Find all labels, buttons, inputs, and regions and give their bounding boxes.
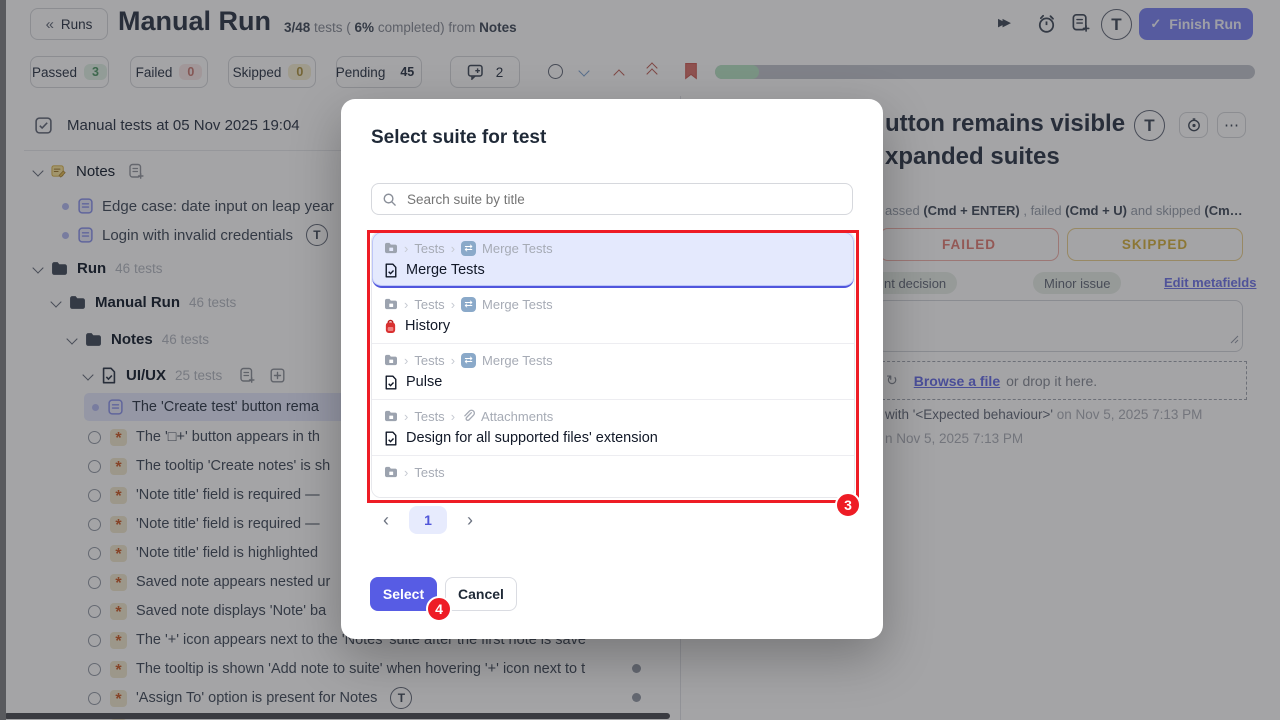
suite-option-title: Pulse: [384, 374, 842, 390]
annotation-step-badge: 4: [426, 596, 452, 622]
suite-breadcrumb: › Tests › ⇄ Merge Tests: [384, 295, 842, 313]
backpack-icon: [384, 319, 397, 334]
suite-option[interactable]: › Tests: [372, 456, 854, 497]
doc-check-icon: [384, 263, 398, 278]
pagination: ‹ 1 ›: [377, 506, 479, 534]
merge-icon: ⇄: [461, 297, 476, 312]
modal-title: Select suite for test: [371, 127, 546, 149]
suite-breadcrumb: › Tests › Attachments: [384, 407, 842, 425]
suite-breadcrumb: › Tests › ⇄ Merge Tests: [384, 239, 842, 257]
doc-check-icon: [384, 431, 398, 446]
root-folder-icon: [384, 242, 398, 254]
merge-icon: ⇄: [461, 353, 476, 368]
page-number-current[interactable]: 1: [409, 506, 447, 534]
cancel-button[interactable]: Cancel: [445, 577, 517, 611]
annotation-step-badge: 3: [835, 492, 861, 518]
suite-breadcrumb: › Tests: [384, 463, 842, 481]
suite-option-title: History: [384, 318, 842, 334]
suite-option-title: Merge Tests: [384, 262, 842, 278]
search-icon: [382, 192, 397, 207]
root-folder-icon: [384, 410, 398, 422]
suite-breadcrumb: › Tests › ⇄ Merge Tests: [384, 351, 842, 369]
suite-option[interactable]: › Tests › ⇄ Merge Tests Pulse: [372, 344, 854, 400]
suite-option[interactable]: › Tests › ⇄ Merge Tests History: [372, 288, 854, 344]
suite-option-title: Design for all supported files' extensio…: [384, 430, 842, 446]
root-folder-icon: [384, 466, 398, 478]
suite-option-selected[interactable]: › Tests › ⇄ Merge Tests Merge Tests: [372, 232, 854, 288]
app-window: « Runs Manual Run 3/48 tests ( 6% comple…: [0, 0, 1280, 720]
suite-list: › Tests › ⇄ Merge Tests Merge Tests › Te…: [371, 231, 855, 498]
select-suite-modal: Select suite for test › Tests › ⇄ Merge …: [341, 99, 883, 639]
suite-option[interactable]: › Tests › Attachments Design for all sup…: [372, 400, 854, 456]
root-folder-icon: [384, 354, 398, 366]
suite-search-field: [371, 183, 853, 215]
doc-check-icon: [384, 375, 398, 390]
search-input[interactable]: [405, 191, 842, 208]
root-folder-icon: [384, 298, 398, 310]
paperclip-icon: [461, 409, 475, 423]
merge-icon: ⇄: [461, 241, 476, 256]
prev-page-chevron[interactable]: ‹: [377, 510, 395, 531]
next-page-chevron[interactable]: ›: [461, 510, 479, 531]
